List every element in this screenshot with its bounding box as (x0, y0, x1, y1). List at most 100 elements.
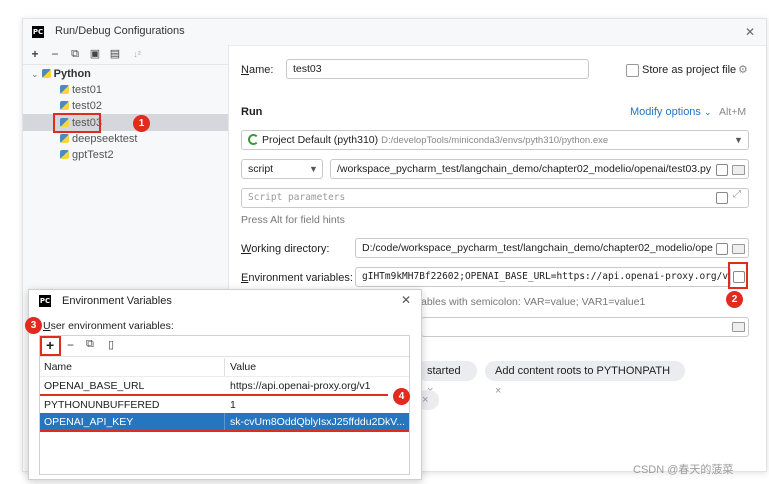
annotation-box-2 (728, 262, 748, 289)
interpreter-select[interactable]: Project Default (pyth310) D:/developTool… (241, 130, 749, 150)
chip-label: started (427, 365, 461, 377)
workdir-value: D:/code/workspace_pycharm_test/langchain… (362, 242, 713, 254)
folder-icon[interactable]: ▤ (109, 48, 121, 60)
script-path-input[interactable]: /workspace_pycharm_test/langchain_demo/c… (330, 159, 749, 179)
column-divider (224, 413, 225, 431)
copy-icon[interactable]: ⧉ (69, 48, 81, 60)
workdir-label: Working directory: (241, 243, 330, 255)
watermark: CSDN @春天的菠菜 (633, 464, 734, 476)
remove-env-icon[interactable]: − (67, 338, 74, 352)
tree-item-test02[interactable]: test02 (60, 98, 102, 114)
add-icon[interactable]: + (29, 48, 41, 60)
python-icon (60, 101, 69, 110)
save-icon[interactable]: ▣ (89, 48, 101, 60)
annotation-badge-1: 1 (133, 115, 150, 132)
chip-label: Add content roots to PYTHONPATH (495, 365, 671, 377)
annotation-badge-2: 2 (726, 291, 743, 308)
tree-item-gpttest2[interactable]: gptTest2 (60, 147, 114, 163)
tree-item-label: test02 (72, 100, 102, 112)
remove-icon[interactable]: − (49, 48, 61, 60)
python-icon (60, 134, 69, 143)
python-icon (60, 150, 69, 159)
section-label-text: ser environment variables: (50, 320, 174, 332)
expand-icon[interactable] (716, 192, 728, 204)
resize-icon[interactable]: ⤢ (733, 189, 741, 200)
tree-item-deepseektest[interactable]: deepseektest (60, 131, 137, 147)
name-label: Name: (241, 64, 274, 76)
workdir-input[interactable]: D:/code/workspace_pycharm_test/langchain… (355, 238, 749, 258)
env-name-cell[interactable]: OPENAI_API_KEY (44, 413, 222, 431)
env-label: Environment variables: (241, 272, 353, 284)
divider (23, 64, 228, 65)
modify-options-shortcut: Alt+M (719, 106, 747, 118)
env-value-cell[interactable]: https://api.openai-proxy.org/v1 (230, 377, 406, 395)
close-icon[interactable]: ✕ (401, 293, 411, 307)
expand-icon[interactable] (716, 164, 728, 176)
table-row-selected[interactable]: OPENAI_API_KEY sk-cvUm8OddQblyIsxJ25ffdd… (40, 413, 409, 431)
annotation-badge-4: 4 (393, 388, 410, 405)
interpreter-name: Project Default (pyth310) (262, 134, 379, 146)
script-path-value: /workspace_pycharm_test/langchain_demo/c… (337, 163, 712, 175)
close-icon[interactable]: × (422, 394, 428, 406)
title-bar: PC Run/Debug Configurations ✕ (23, 19, 766, 46)
table-row[interactable]: OPENAI_BASE_URL https://api.openai-proxy… (40, 377, 409, 395)
tree-root-python[interactable]: ⌄ Python (31, 66, 91, 82)
column-divider (224, 358, 225, 376)
env-name-cell[interactable]: PYTHONUNBUFFERED (44, 396, 222, 414)
gear-icon[interactable]: ⚙ (738, 63, 748, 76)
interpreter-path: D:/developTools/miniconda3/envs/pyth310/… (381, 135, 609, 146)
option-chip-started[interactable]: started × (417, 361, 477, 397)
env-variables-dialog: PC Environment Variables ✕ User environm… (25, 289, 422, 480)
sort-icon[interactable]: ↓² (129, 48, 145, 60)
column-header-name: Name (44, 361, 73, 373)
paste-env-icon[interactable]: ▯ (108, 338, 114, 351)
annotation-box-3 (40, 336, 61, 356)
field-hint-text: Press Alt for field hints (241, 214, 345, 226)
modify-options-link[interactable]: Modify options ⌄ (630, 106, 712, 118)
env-name-cell[interactable]: OPENAI_BASE_URL (44, 377, 222, 395)
python-icon (60, 85, 69, 94)
store-checkbox[interactable] (626, 64, 639, 77)
run-section-title: Run (241, 106, 263, 118)
env-value-cell[interactable]: 1 (230, 396, 406, 414)
pycharm-logo: PC (32, 26, 44, 38)
pycharm-logo: PC (39, 295, 51, 307)
interpreter-status-icon (248, 134, 259, 145)
dropdown-arrow-icon: ▼ (309, 164, 318, 174)
dropdown-arrow-icon: ▼ (734, 135, 743, 145)
annotation-badge-3: 3 (25, 317, 42, 334)
column-header-value: Value (230, 361, 257, 373)
env-table-header: Name Value (40, 358, 409, 377)
folder-icon[interactable] (732, 165, 745, 175)
chevron-down-icon: ⌄ (704, 107, 712, 117)
python-icon (41, 69, 51, 78)
env-variables-input[interactable]: gIHTm9kMH7Bf22602;OPENAI_BASE_URL=https:… (355, 267, 731, 287)
tree-item-test01[interactable]: test01 (60, 82, 102, 98)
tree-item-label: test01 (72, 84, 102, 96)
close-icon[interactable]: × (495, 385, 501, 397)
env-table-toolbar: + − ⧉ ▯ (40, 336, 409, 357)
dialog-title: Environment Variables (62, 295, 172, 307)
tree-item-label: deepseektest (72, 133, 138, 145)
modify-options-label: Modify options (630, 106, 701, 118)
copy-env-icon[interactable]: ⧉ (86, 338, 94, 351)
annotation-box-1 (53, 113, 101, 133)
script-type-value: script (248, 163, 274, 175)
folder-icon[interactable] (732, 322, 745, 332)
store-label: Store as project file (642, 64, 737, 76)
close-icon[interactable]: ✕ (745, 25, 755, 39)
env-value-cell[interactable]: sk-cvUm8OddQblyIsxJ25ffddu2DkV... (230, 413, 406, 431)
tree-item-label: gptTest2 (72, 149, 114, 161)
folder-icon[interactable] (732, 244, 745, 254)
name-input[interactable]: test03 (286, 59, 589, 79)
chevron-down-icon: ⌄ (31, 69, 39, 79)
expand-icon[interactable] (716, 243, 728, 255)
table-row[interactable]: PYTHONUNBUFFERED 1 (40, 396, 409, 414)
script-parameters-input[interactable]: Script parameters (241, 188, 749, 208)
tree-root-label: Python (53, 68, 91, 80)
additional-options-input[interactable] (421, 317, 749, 337)
script-type-select[interactable]: script ▼ (241, 159, 323, 179)
option-chip-content-roots[interactable]: Add content roots to PYTHONPATH × (485, 361, 685, 397)
annotation-underline (40, 430, 409, 432)
user-env-section-label: User environment variables: (43, 320, 174, 332)
